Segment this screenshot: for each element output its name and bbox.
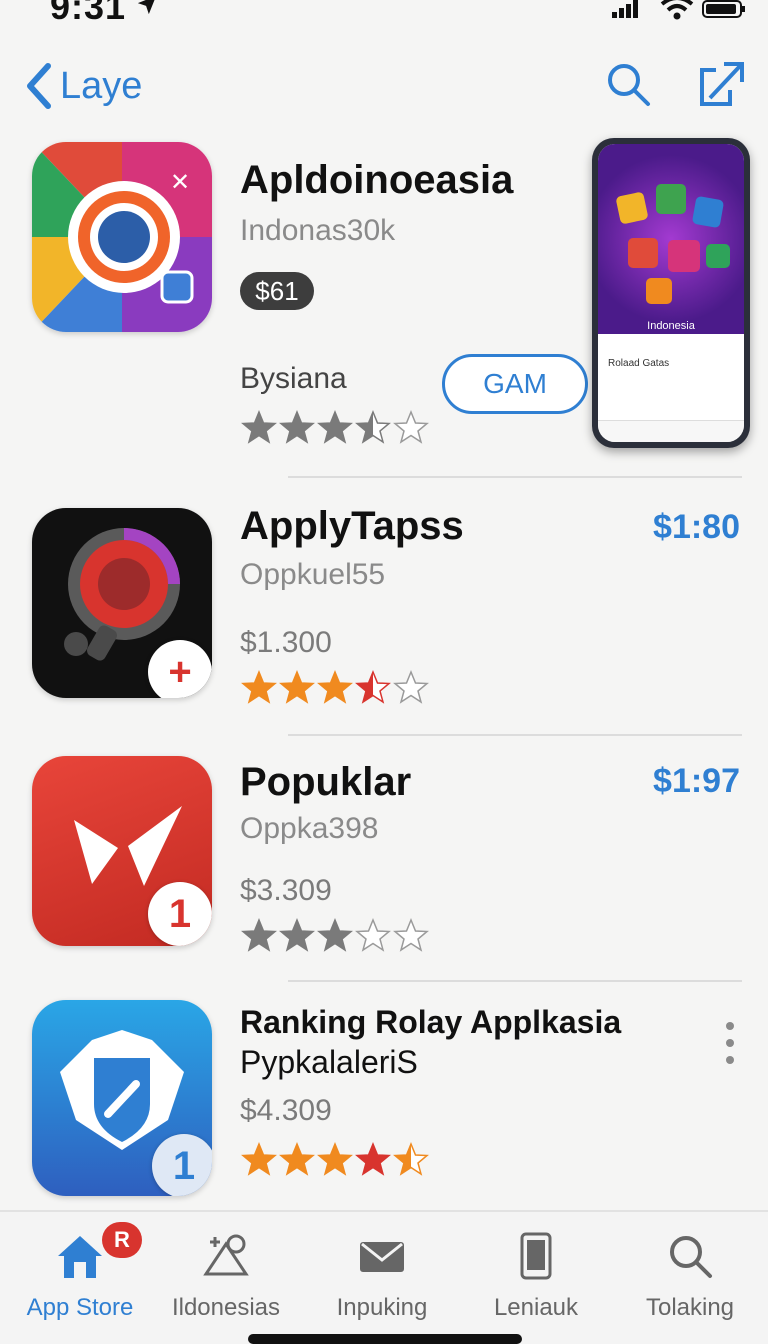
star-icon (393, 410, 429, 444)
back-label: Laye (60, 64, 143, 107)
star-icon (279, 918, 315, 952)
star-icon (317, 670, 353, 704)
tab-app-store[interactable]: R App Store (10, 1222, 150, 1326)
app-name[interactable]: Popuklar (240, 760, 411, 805)
app-name[interactable]: Ranking Rolay Applkasia (240, 1004, 621, 1041)
mail-icon (360, 1242, 404, 1272)
featured-rating (240, 410, 430, 444)
featured-developer: Bysiana (240, 362, 347, 395)
app-subtitle: Oppkuel55 (240, 558, 386, 591)
games-icon (203, 1234, 249, 1276)
star-icon (355, 670, 391, 704)
featured-app-name[interactable]: Apldoinoeasia (240, 158, 513, 203)
home-icon (58, 1236, 102, 1278)
star-icon (241, 918, 277, 952)
preview-dock (598, 420, 744, 442)
divider (288, 734, 742, 736)
notification-badge: R (102, 1222, 142, 1258)
camera-lens-icon: ✕ (32, 142, 212, 332)
app-price: $1.300 (240, 626, 332, 659)
featured-app-icon[interactable]: ✕ (32, 142, 212, 332)
star-icon (241, 1142, 277, 1176)
tablet-icon (520, 1232, 552, 1280)
app-name-line2: PypkalaleriS (240, 1044, 418, 1080)
app-icon[interactable]: 1 (32, 756, 212, 946)
search-icon (670, 1236, 712, 1278)
battery-icon (702, 0, 745, 18)
tab-label: Leniauk (493, 1294, 579, 1321)
app-price-button[interactable]: $1:80 (653, 508, 740, 547)
star-icon (317, 1142, 353, 1176)
app-price: $4.309 (240, 1094, 332, 1127)
star-icon (355, 410, 391, 444)
featured-price-badge: $61 (240, 272, 314, 310)
star-icon (393, 918, 429, 952)
back-button[interactable]: Laye (24, 58, 142, 114)
app-rating (240, 1142, 430, 1176)
signal-icon (612, 0, 638, 18)
app-icon[interactable]: + (32, 508, 212, 698)
tab-leniauk[interactable]: Leniauk (466, 1226, 606, 1326)
tab-label: Ildonesias (171, 1294, 281, 1321)
status-bar: 9:31 (0, 0, 768, 32)
tab-bar: R App Store Ildonesias Inpuking Leniauk … (0, 1210, 768, 1344)
tab-label: Tolaking (645, 1294, 735, 1321)
star-icon (279, 1142, 315, 1176)
divider (288, 476, 742, 478)
get-button[interactable]: GAM (442, 354, 588, 414)
home-indicator (248, 1334, 522, 1344)
wifi-icon (660, 0, 694, 20)
tab-label: App Store (26, 1294, 134, 1321)
star-icon (279, 670, 315, 704)
star-icon (241, 670, 277, 704)
share-icon[interactable] (696, 58, 746, 108)
search-icon[interactable] (604, 60, 652, 108)
tab-ildonesias[interactable]: Ildonesias (156, 1226, 296, 1326)
preview-hero-image: Indonesia (598, 144, 744, 334)
star-icon (241, 410, 277, 444)
star-icon (279, 410, 315, 444)
app-rating (240, 670, 430, 704)
tab-label: Inpuking (336, 1294, 428, 1321)
star-icon (355, 1142, 391, 1176)
star-icon (393, 1142, 429, 1176)
star-icon (317, 410, 353, 444)
add-badge: + (148, 640, 212, 698)
count-badge: 1 (152, 1134, 212, 1196)
count-badge: 1 (148, 882, 212, 946)
app-icon[interactable]: 1 (32, 1000, 212, 1196)
status-time: 9:31 (50, 0, 127, 27)
phone-screenshot-preview[interactable]: Indonesia Rolaad Gatas (592, 138, 750, 448)
app-rating (240, 918, 430, 952)
preview-hero-text: Indonesia (647, 320, 695, 332)
location-arrow-icon (137, 0, 155, 15)
app-name[interactable]: ApplyTapss (240, 504, 464, 549)
app-price-button[interactable]: $1:97 (653, 762, 740, 801)
app-price: $3.309 (240, 874, 332, 907)
star-icon (317, 918, 353, 952)
more-options-icon[interactable] (716, 1018, 744, 1068)
svg-text:✕: ✕ (170, 168, 190, 196)
preview-list-title: Rolaad Gatas (608, 358, 670, 369)
tab-tolaking[interactable]: Tolaking (620, 1226, 760, 1326)
app-subtitle: Oppka398 (240, 812, 379, 845)
tab-inpuking[interactable]: Inpuking (312, 1226, 452, 1326)
game-tiles-image (616, 184, 730, 304)
divider (288, 980, 742, 982)
star-icon (355, 918, 391, 952)
featured-app-subtitle: Indonas30k (240, 214, 396, 247)
chevron-left-icon (27, 63, 51, 109)
phone-screen: Indonesia Rolaad Gatas (598, 144, 744, 442)
star-icon (393, 670, 429, 704)
